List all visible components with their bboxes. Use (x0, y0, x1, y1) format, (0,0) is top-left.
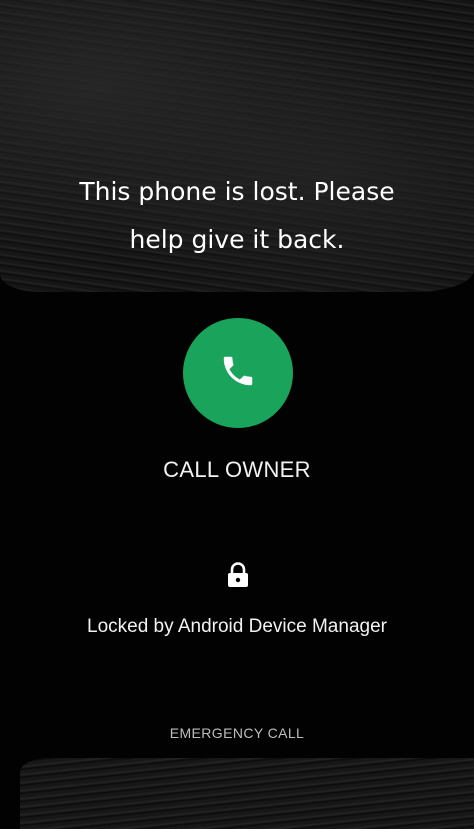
message-line-1: This phone is lost. Please (79, 177, 395, 206)
lock-screen: This phone is lost. Please help give it … (0, 0, 474, 829)
redacted-area-bottom (20, 758, 474, 829)
lock-icon (227, 562, 249, 588)
phone-icon (219, 352, 257, 395)
message-line-2: help give it back. (129, 225, 345, 254)
call-owner-label[interactable]: CALL OWNER (0, 457, 474, 483)
lost-phone-message: This phone is lost. Please help give it … (0, 168, 474, 264)
emergency-call-label[interactable]: EMERGENCY CALL (162, 721, 313, 745)
locked-by-text: Locked by Android Device Manager (87, 616, 387, 637)
call-owner-button[interactable] (183, 318, 293, 428)
emergency-call-button[interactable]: EMERGENCY CALL (0, 725, 474, 741)
